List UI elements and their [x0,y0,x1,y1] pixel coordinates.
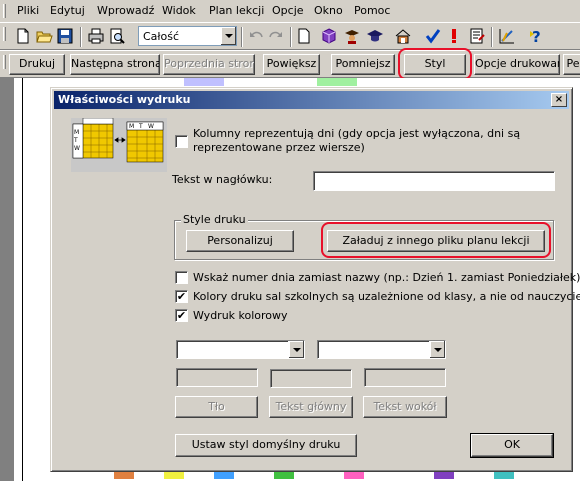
save-icon[interactable] [56,27,74,45]
chevron-down-icon[interactable] [288,341,304,358]
set-default-style-button[interactable]: Ustaw styl domyślny druku [175,434,357,457]
teacher-icon[interactable] [343,27,361,45]
cube-icon[interactable] [320,27,338,45]
menu-pomoc[interactable]: Pomoc [354,5,390,17]
background-button[interactable]: Tło [175,396,258,418]
class-colors-checkbox[interactable]: ✔ [175,290,188,303]
toolbar-grip [3,27,6,41]
menu-okno[interactable]: Okno [314,5,343,17]
class-colors-label: Kolory druku sal szkolnych są uzależnion… [193,290,580,303]
menu-edytuj[interactable]: Edytuj [50,5,85,17]
print-icon[interactable] [87,27,105,45]
personalize-button[interactable]: Personalizuj [186,230,294,252]
print-styles-group-label: Style druku [181,213,248,226]
ok-button[interactable]: OK [470,433,554,458]
menu-pliki[interactable]: Pliki [17,5,39,17]
preview-color-strip [494,471,514,479]
previous-page-button[interactable]: Poprzednia strona [163,54,255,75]
columns-days-label: Kolumny reprezentują dni (gdy opcja jest… [193,127,521,140]
menu-bar: Pliki Edytuj Wprowadź Widok Plan lekcji … [0,0,580,22]
icon-letter-w2: W [148,123,154,130]
icon-letter-m2: M [129,123,134,130]
columns-days-label-line2: reprezentowane przez wiersze) [193,141,365,154]
menu-widok[interactable]: Widok [162,5,196,17]
surrounding-text-button[interactable]: Tekst wokół [363,396,447,418]
font-select-right[interactable] [317,340,446,359]
redo-icon[interactable] [267,27,285,45]
menu-opcje[interactable]: Opcje [272,5,304,17]
header-text-label: Tekst w nagłówku: [172,173,273,186]
menu-plan-lekcji[interactable]: Plan lekcji [209,5,264,17]
check-icon: ✔ [176,290,187,303]
page-setup-button[interactable]: Pe [563,54,580,75]
range-combo-value: Całość [143,30,180,43]
preview-grid-line [22,78,23,481]
preview-header-strip [184,78,224,86]
new-icon[interactable] [14,27,32,45]
days-orientation-icon: M T W M T W [71,118,167,172]
student-icon[interactable] [366,27,384,45]
background-color-swatch[interactable] [176,368,258,387]
chart-icon[interactable] [498,27,516,45]
menu-wprowadz[interactable]: Wprowadź [97,5,154,17]
print-properties-dialog: Właściwości wydruku × M T W M T W Kolumn… [50,87,580,472]
chevron-down-icon[interactable] [220,27,236,45]
svg-text:?: ? [532,28,541,45]
dialog-title: Właściwości wydruku [58,93,191,106]
preview-color-strip [274,471,294,479]
icon-letter-t2: T [138,123,143,130]
undo-icon[interactable] [247,27,265,45]
toolbar-separator [80,27,82,47]
standard-toolbar: Całość ? [0,22,580,50]
show-day-number-label: Wskaż numer dnia zamiast nazwy (np.: Dzi… [193,271,580,284]
icon-letter-m: M [74,129,79,136]
preview-color-strip [344,471,364,479]
close-button[interactable]: × [551,93,567,107]
header-text-input[interactable] [313,171,555,191]
color-print-checkbox[interactable]: ✔ [175,309,188,322]
toolbar-separator [241,27,243,47]
font-select-left[interactable] [176,340,305,359]
open-icon[interactable] [35,27,53,45]
toolbar-separator [491,27,493,47]
icon-letter-w: W [74,145,80,152]
print-button[interactable]: Drukuj [9,54,65,75]
house-icon[interactable] [394,27,412,45]
print-preview-toolbar: Drukuj Następna strona Poprzednia strona… [0,50,580,78]
zoom-in-button[interactable]: Powiększ [263,54,320,75]
surrounding-text-color-swatch[interactable] [364,368,446,387]
columns-days-checkbox[interactable] [175,135,188,148]
load-button-highlight [321,222,551,258]
zoom-out-button[interactable]: Pomniejsz [331,54,395,75]
preview-color-strip [214,471,234,479]
page-icon[interactable] [295,27,313,45]
check-icon[interactable] [424,27,442,45]
range-combo[interactable]: Całość [138,26,237,46]
style-button-highlight [398,48,472,80]
preview-toolbar-grip [3,55,6,69]
toolbar-separator [290,27,292,47]
exclamation-icon[interactable] [445,27,463,45]
close-icon: × [554,94,564,105]
icon-letter-t: T [73,137,78,144]
show-day-number-checkbox[interactable] [175,271,188,284]
print-options-button[interactable]: Opcje drukowania [474,54,560,75]
next-page-button[interactable]: Następna strona [70,54,160,75]
check-icon: ✔ [176,309,187,322]
dialog-titlebar[interactable]: Właściwości wydruku × [54,91,569,109]
color-print-label: Wydruk kolorowy [193,309,288,322]
chevron-down-icon[interactable] [429,341,445,358]
preview-color-strip [434,471,454,479]
help-icon[interactable]: ? [528,27,546,45]
print-preview-icon[interactable] [108,27,126,45]
main-text-button[interactable]: Tekst główny [269,396,353,418]
preview-header-strip [317,78,357,86]
menubar-grip [3,4,6,18]
preview-color-strip [114,471,134,479]
list-icon[interactable] [468,27,486,45]
main-text-color-swatch[interactable] [270,369,352,388]
preview-color-strip [164,471,184,479]
